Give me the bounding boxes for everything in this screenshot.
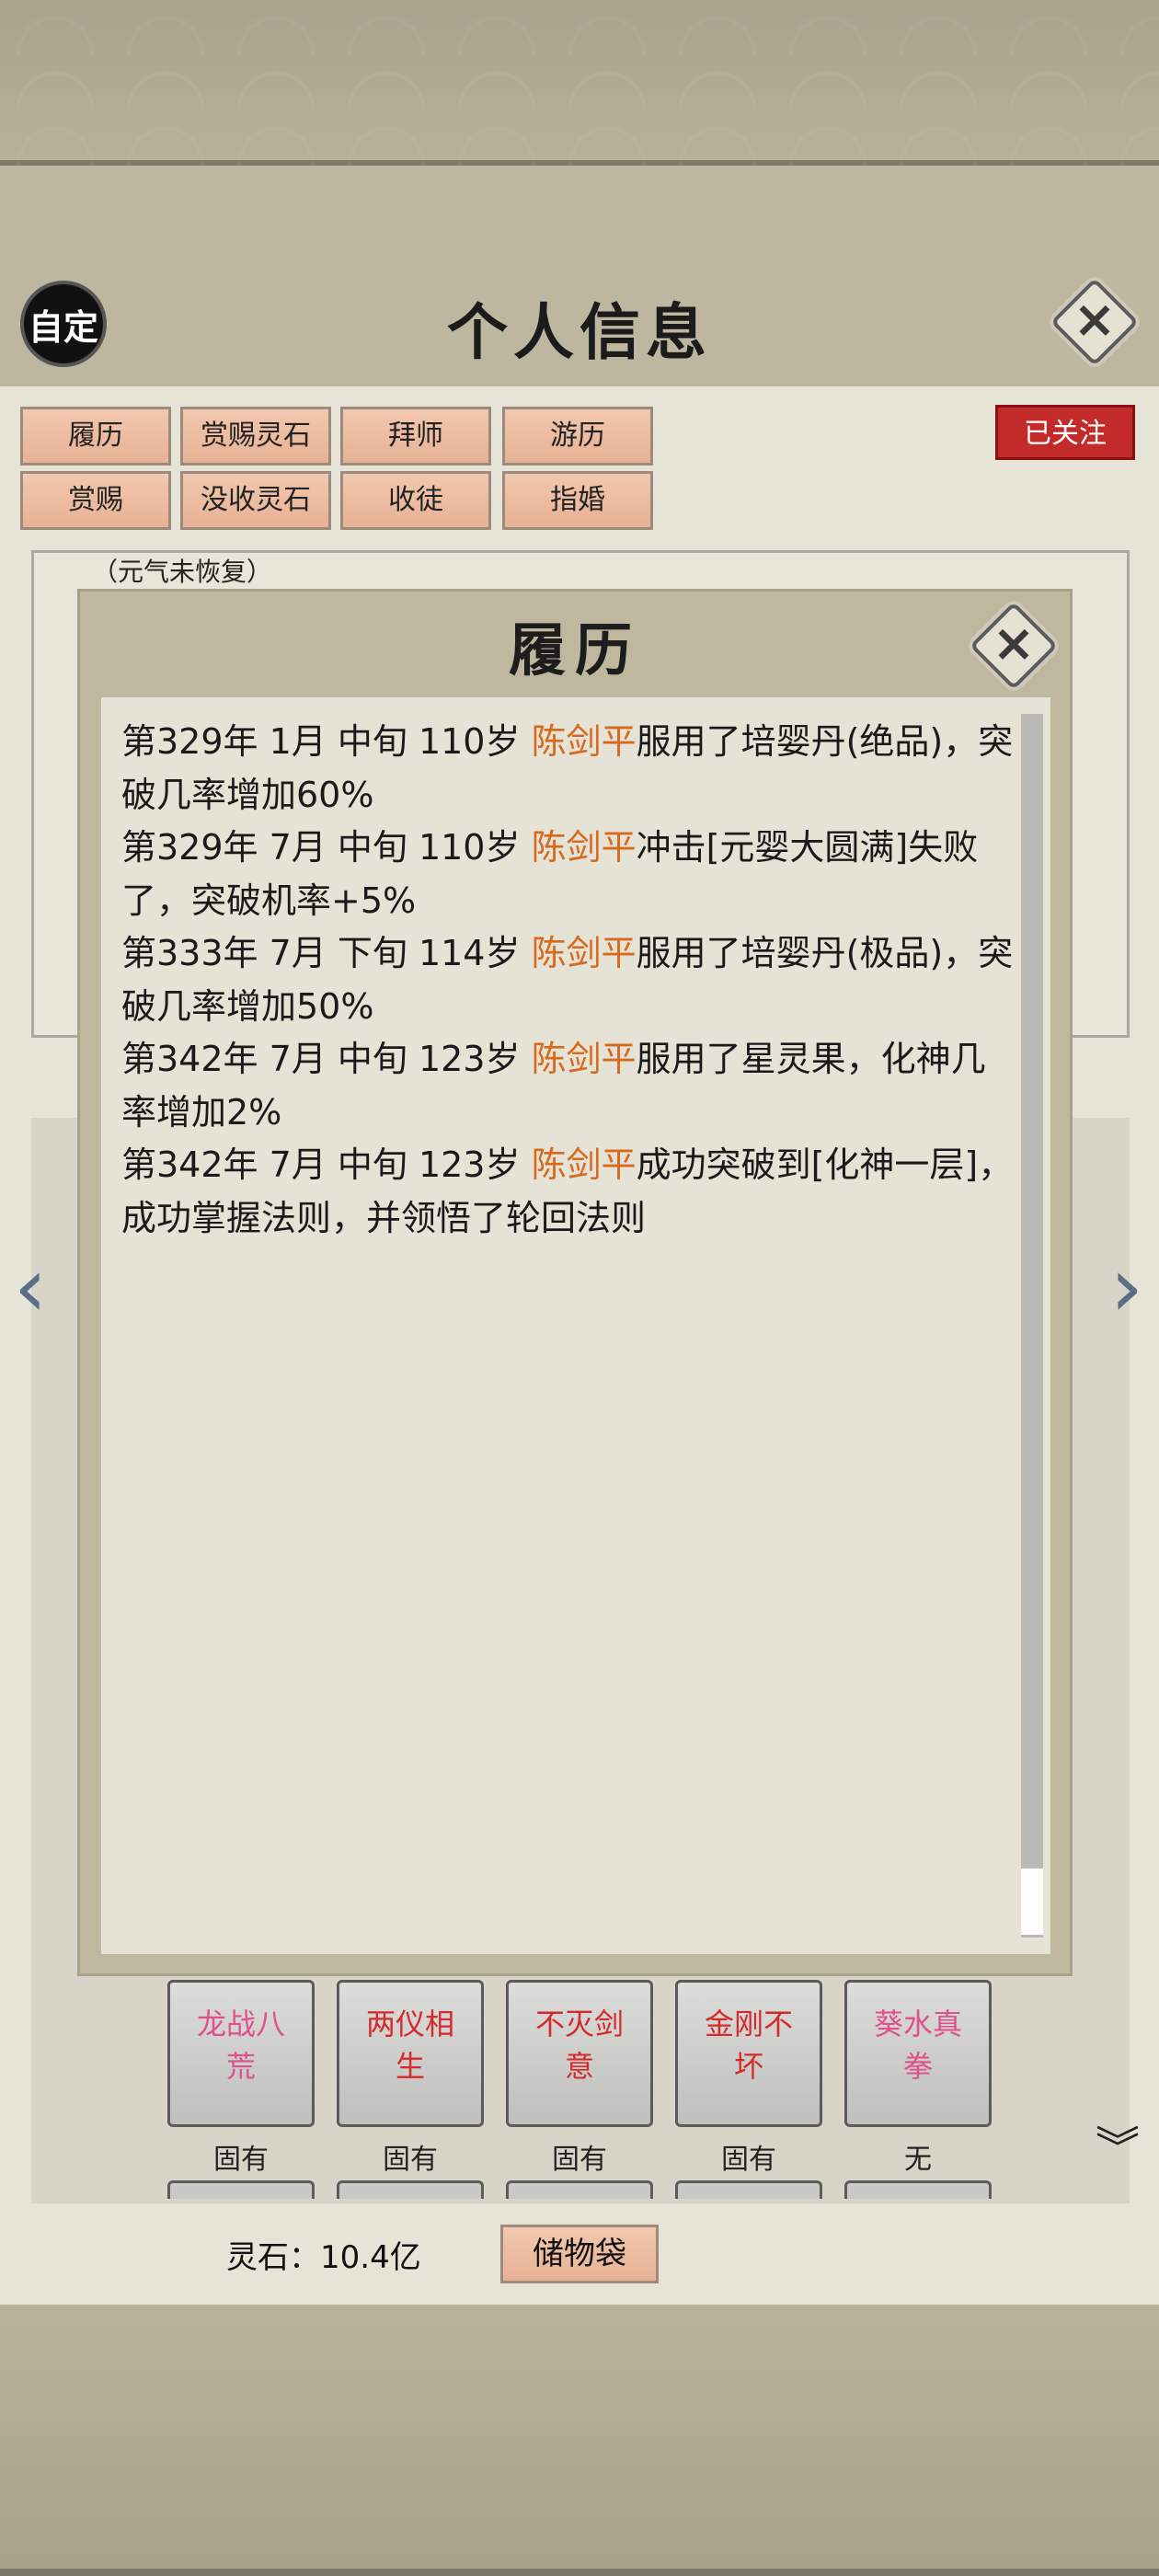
skill-name: 葵水真	[873, 2007, 962, 2041]
entry-date: 第342年 7月 中旬 123岁	[121, 1144, 532, 1185]
log-entry: 第342年 7月 中旬 123岁 陈剑平成功突破到[化神一层]，成功掌握法则，并…	[121, 1139, 1014, 1245]
tab-reward[interactable]: 赏赐	[20, 471, 171, 530]
bottom-decoration	[0, 2305, 1159, 2576]
tab-confiscate-stones[interactable]: 没收灵石	[180, 471, 331, 530]
skill-tile[interactable]	[675, 2180, 822, 2199]
close-icon: ×	[992, 614, 1036, 673]
entry-date: 第333年 7月 下旬 114岁	[121, 933, 532, 973]
modal-title: 履历	[508, 616, 641, 684]
log-entry: 第329年 1月 中旬 110岁 陈剑平服用了培婴丹(绝品)，突破几率增加60%	[121, 716, 1014, 822]
skill-name: 不灭剑	[534, 2007, 624, 2041]
tab-take-disciple[interactable]: 收徒	[340, 471, 491, 530]
chevron-down-icon[interactable]: ︾	[1085, 2125, 1150, 2171]
close-page-button[interactable]: ×	[1050, 277, 1140, 367]
skill-tile[interactable]: 不灭剑 意	[506, 1980, 653, 2127]
followed-badge[interactable]: 已关注	[995, 405, 1135, 460]
skill-tile[interactable]	[844, 2180, 992, 2199]
entry-date: 第329年 7月 中旬 110岁	[121, 827, 532, 868]
skill-name: 两仪相	[365, 2007, 454, 2041]
entry-date: 第342年 7月 中旬 123岁	[121, 1039, 532, 1079]
chevron-right-icon[interactable]: ›	[1104, 1242, 1150, 1334]
skill-caption: 固有	[721, 2144, 776, 2176]
skill-name: 坏	[733, 2049, 763, 2084]
close-icon: ×	[1073, 290, 1117, 350]
skill-caption: 无	[904, 2144, 932, 2176]
skill-name: 龙战八	[196, 2007, 285, 2041]
skill-tile[interactable]: 葵水真 拳	[844, 1980, 992, 2127]
log-list: 第329年 1月 中旬 110岁 陈剑平服用了培婴丹(绝品)，突破几率增加60%…	[121, 716, 1014, 1245]
chevron-left-icon[interactable]: ‹	[7, 1242, 53, 1334]
skill-caption: 固有	[552, 2144, 607, 2176]
tab-history[interactable]: 履历	[20, 407, 171, 466]
page-title: 个人信息	[447, 296, 712, 368]
scrollbar[interactable]	[1021, 714, 1043, 1938]
skill-tile[interactable]	[506, 2180, 653, 2199]
skill-tile[interactable]: 龙战八 荒	[167, 1980, 315, 2127]
spirit-stones-count: 灵石：10.4亿	[226, 2239, 421, 2276]
entry-date: 第329年 1月 中旬 110岁	[121, 721, 532, 762]
status-note: （元气未恢复）	[92, 557, 273, 587]
character-name[interactable]: 陈剑平	[532, 1144, 637, 1185]
wave-pattern	[0, 0, 1159, 166]
skill-caption: 固有	[213, 2144, 269, 2176]
skill-tile[interactable]	[167, 2180, 315, 2199]
skill-name: 生	[395, 2049, 425, 2084]
skill-tile[interactable]	[337, 2180, 484, 2199]
skill-name: 荒	[225, 2049, 256, 2084]
tab-travel[interactable]: 游历	[502, 407, 653, 466]
log-entry: 第333年 7月 下旬 114岁 陈剑平服用了培婴丹(极品)，突破几率增加50%	[121, 927, 1014, 1033]
skill-name: 金刚不	[704, 2007, 793, 2041]
storage-bag-button[interactable]: 储物袋	[500, 2225, 659, 2283]
skill-tile[interactable]: 两仪相 生	[337, 1980, 484, 2127]
skill-tile[interactable]: 金刚不 坏	[675, 1980, 822, 2127]
tab-reward-stones[interactable]: 赏赐灵石	[180, 407, 331, 466]
character-name[interactable]: 陈剑平	[532, 827, 637, 868]
history-log[interactable]: 第329年 1月 中旬 110岁 陈剑平服用了培婴丹(绝品)，突破几率增加60%…	[101, 697, 1050, 1954]
close-modal-button[interactable]: ×	[969, 601, 1059, 691]
character-name[interactable]: 陈剑平	[532, 1039, 637, 1079]
log-entry: 第342年 7月 中旬 123岁 陈剑平服用了星灵果，化神几率增加2%	[121, 1033, 1014, 1139]
character-name[interactable]: 陈剑平	[532, 933, 637, 973]
skill-name: 拳	[902, 2049, 933, 2084]
log-entry: 第329年 7月 中旬 110岁 陈剑平冲击[元婴大圆满]失败了，突破机率+5%	[121, 822, 1014, 927]
skill-name: 意	[564, 2049, 594, 2084]
scrollbar-thumb[interactable]	[1021, 1869, 1043, 1935]
character-name[interactable]: 陈剑平	[532, 721, 637, 762]
tab-apprentice-to[interactable]: 拜师	[340, 407, 491, 466]
top-decoration	[0, 0, 1159, 166]
tab-arrange-marriage[interactable]: 指婚	[502, 471, 653, 530]
skill-caption: 固有	[383, 2144, 438, 2176]
